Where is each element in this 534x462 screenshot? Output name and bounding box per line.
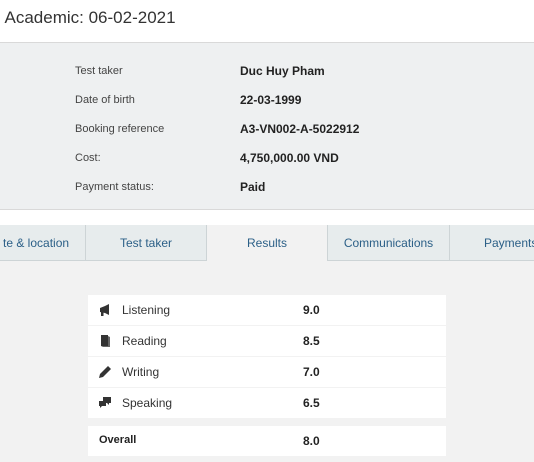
detail-row-test-taker: Test taker Duc Huy Pham xyxy=(0,63,534,81)
result-row-speaking: Speaking 6.5 xyxy=(88,388,446,418)
detail-value: 4,750,000.00 VND xyxy=(240,151,339,165)
result-score: 8.5 xyxy=(303,334,320,348)
pencil-icon xyxy=(98,365,112,379)
result-row-overall: Overall 8.0 xyxy=(88,426,446,456)
detail-label: Payment status: xyxy=(75,181,154,193)
detail-row-payment-status: Payment status: Paid xyxy=(0,179,534,197)
megaphone-icon xyxy=(98,303,112,317)
detail-value: Duc Huy Pham xyxy=(240,64,325,78)
booking-details-panel: Test taker Duc Huy Pham Date of birth 22… xyxy=(0,43,534,210)
result-row-writing: Writing 7.0 xyxy=(88,357,446,387)
detail-row-booking-reference: Booking reference A3-VN002-A-5022912 xyxy=(0,121,534,139)
speech-bubbles-icon xyxy=(98,396,112,410)
header-bar: TS Academic: 06-02-2021 xyxy=(0,0,534,43)
overall-label: Overall xyxy=(99,434,137,446)
detail-value: A3-VN002-A-5022912 xyxy=(240,122,360,136)
result-skill-name: Reading xyxy=(122,334,167,348)
tab-communications[interactable]: Communications xyxy=(328,225,450,261)
tab-results[interactable]: Results xyxy=(207,225,328,261)
result-row-reading: Reading 8.5 xyxy=(88,326,446,356)
detail-label: Cost: xyxy=(75,152,101,164)
detail-row-cost: Cost: 4,750,000.00 VND xyxy=(0,150,534,168)
tab-test-taker[interactable]: Test taker xyxy=(86,225,207,261)
book-icon xyxy=(98,334,112,348)
detail-row-date-of-birth: Date of birth 22-03-1999 xyxy=(0,92,534,110)
page-title: TS Academic: 06-02-2021 xyxy=(0,8,176,27)
overall-score: 8.0 xyxy=(303,434,320,448)
result-skill-name: Listening xyxy=(122,303,171,317)
result-row-listening: Listening 9.0 xyxy=(88,295,446,325)
tab-bar: te & location Test taker Results Communi… xyxy=(0,225,534,261)
detail-label: Test taker xyxy=(75,65,123,77)
result-score: 7.0 xyxy=(303,365,320,379)
result-skill-name: Speaking xyxy=(122,396,173,410)
detail-label: Date of birth xyxy=(75,94,135,106)
detail-value: Paid xyxy=(240,180,266,194)
detail-label: Booking reference xyxy=(75,123,165,135)
tab-payments[interactable]: Payments xyxy=(450,225,534,261)
result-score: 9.0 xyxy=(303,303,320,317)
result-score: 6.5 xyxy=(303,396,320,410)
detail-value: 22-03-1999 xyxy=(240,93,302,107)
tab-date-location[interactable]: te & location xyxy=(0,225,86,261)
results-table: Listening 9.0 Reading 8.5 Writing 7.0 Sp… xyxy=(88,295,446,456)
result-skill-name: Writing xyxy=(122,365,160,379)
results-content: Listening 9.0 Reading 8.5 Writing 7.0 Sp… xyxy=(0,261,534,462)
